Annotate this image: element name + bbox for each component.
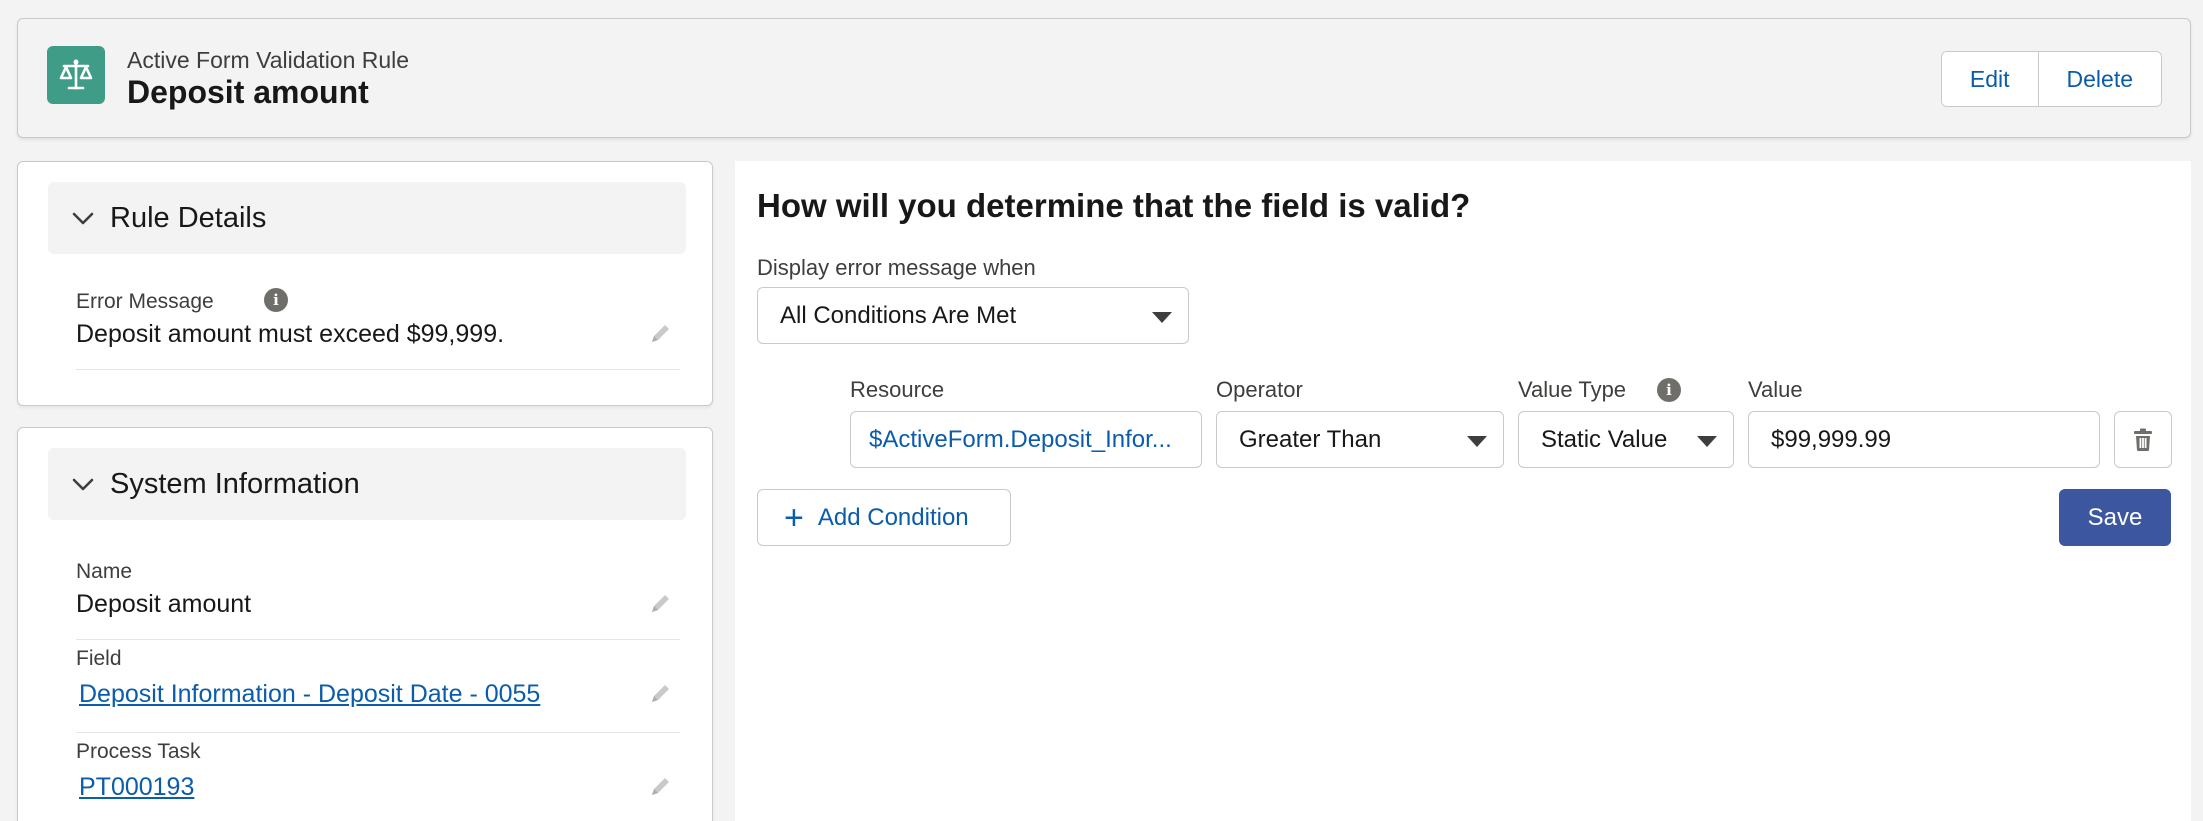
name-field: Name Deposit amount	[76, 560, 680, 640]
name-label: Name	[76, 560, 133, 583]
error-message-field: Error Message i Deposit amount must exce…	[76, 288, 680, 370]
operator-select[interactable]: Greater Than	[1216, 411, 1504, 468]
info-icon[interactable]: i	[264, 288, 288, 312]
error-message-label: Error Message	[76, 290, 214, 313]
resource-value: $ActiveForm.Deposit_Infor...	[869, 425, 1172, 453]
delete-button[interactable]: Delete	[2037, 52, 2161, 106]
field-label: Field	[76, 647, 122, 670]
rule-details-card: Rule Details Error Message i Deposit amo…	[17, 161, 713, 406]
edit-button[interactable]: Edit	[1941, 52, 2038, 106]
value-type-select[interactable]: Static Value	[1518, 411, 1734, 468]
resource-label: Resource	[850, 377, 945, 402]
process-task-field: Process Task PT000193	[76, 740, 680, 821]
validation-heading: How will you determine that the field is…	[757, 187, 1471, 224]
caret-down-icon	[1467, 436, 1487, 447]
pencil-icon[interactable]	[648, 320, 674, 346]
pencil-icon[interactable]	[648, 773, 674, 799]
page-title: Deposit amount	[127, 74, 369, 110]
caret-down-icon	[1152, 312, 1172, 323]
caret-down-icon	[1697, 436, 1717, 447]
record-type-label: Active Form Validation Rule	[127, 47, 410, 73]
display-when-select[interactable]: All Conditions Are Met	[757, 287, 1189, 344]
system-information-title: System Information	[110, 467, 360, 500]
delete-condition-button[interactable]	[2114, 411, 2172, 468]
value-type-value: Static Value	[1541, 425, 1668, 453]
add-condition-button[interactable]: + Add Condition	[757, 489, 1011, 546]
name-value: Deposit amount	[76, 590, 252, 618]
chevron-down-icon	[72, 478, 94, 491]
header-actions: Edit Delete	[1940, 51, 2162, 107]
resource-picker[interactable]: $ActiveForm.Deposit_Infor...	[850, 411, 1202, 468]
display-when-label: Display error message when	[757, 255, 1036, 280]
info-icon[interactable]: i	[1657, 378, 1681, 402]
operator-label: Operator	[1216, 377, 1303, 402]
field-link[interactable]: Deposit Information - Deposit Date - 005…	[79, 680, 540, 709]
rule-details-section-toggle[interactable]: Rule Details	[48, 182, 686, 254]
value-input[interactable]	[1748, 411, 2100, 468]
trash-icon	[2134, 428, 2152, 451]
save-button[interactable]: Save	[2059, 489, 2171, 546]
add-condition-label: Add Condition	[817, 503, 969, 531]
value-type-label: Value Type	[1518, 377, 1627, 402]
value-label: Value	[1748, 377, 1803, 402]
error-message-value: Deposit amount must exceed $99,999.	[76, 320, 505, 348]
field-field: Field Deposit Information - Deposit Date…	[76, 647, 680, 733]
scales-icon	[47, 46, 105, 104]
rule-details-title: Rule Details	[110, 201, 267, 234]
validation-panel: How will you determine that the field is…	[735, 161, 2191, 821]
system-information-card: System Information Name Deposit amount F…	[17, 427, 713, 821]
plus-icon: +	[784, 498, 804, 537]
chevron-down-icon	[72, 212, 94, 225]
pencil-icon[interactable]	[648, 680, 674, 706]
record-header: Active Form Validation Rule Deposit amou…	[17, 18, 2191, 138]
pencil-icon[interactable]	[648, 590, 674, 616]
system-information-section-toggle[interactable]: System Information	[48, 448, 686, 520]
operator-value: Greater Than	[1239, 425, 1382, 453]
display-when-value: All Conditions Are Met	[780, 301, 1017, 329]
process-task-link[interactable]: PT000193	[79, 773, 194, 802]
process-task-label: Process Task	[76, 740, 201, 763]
